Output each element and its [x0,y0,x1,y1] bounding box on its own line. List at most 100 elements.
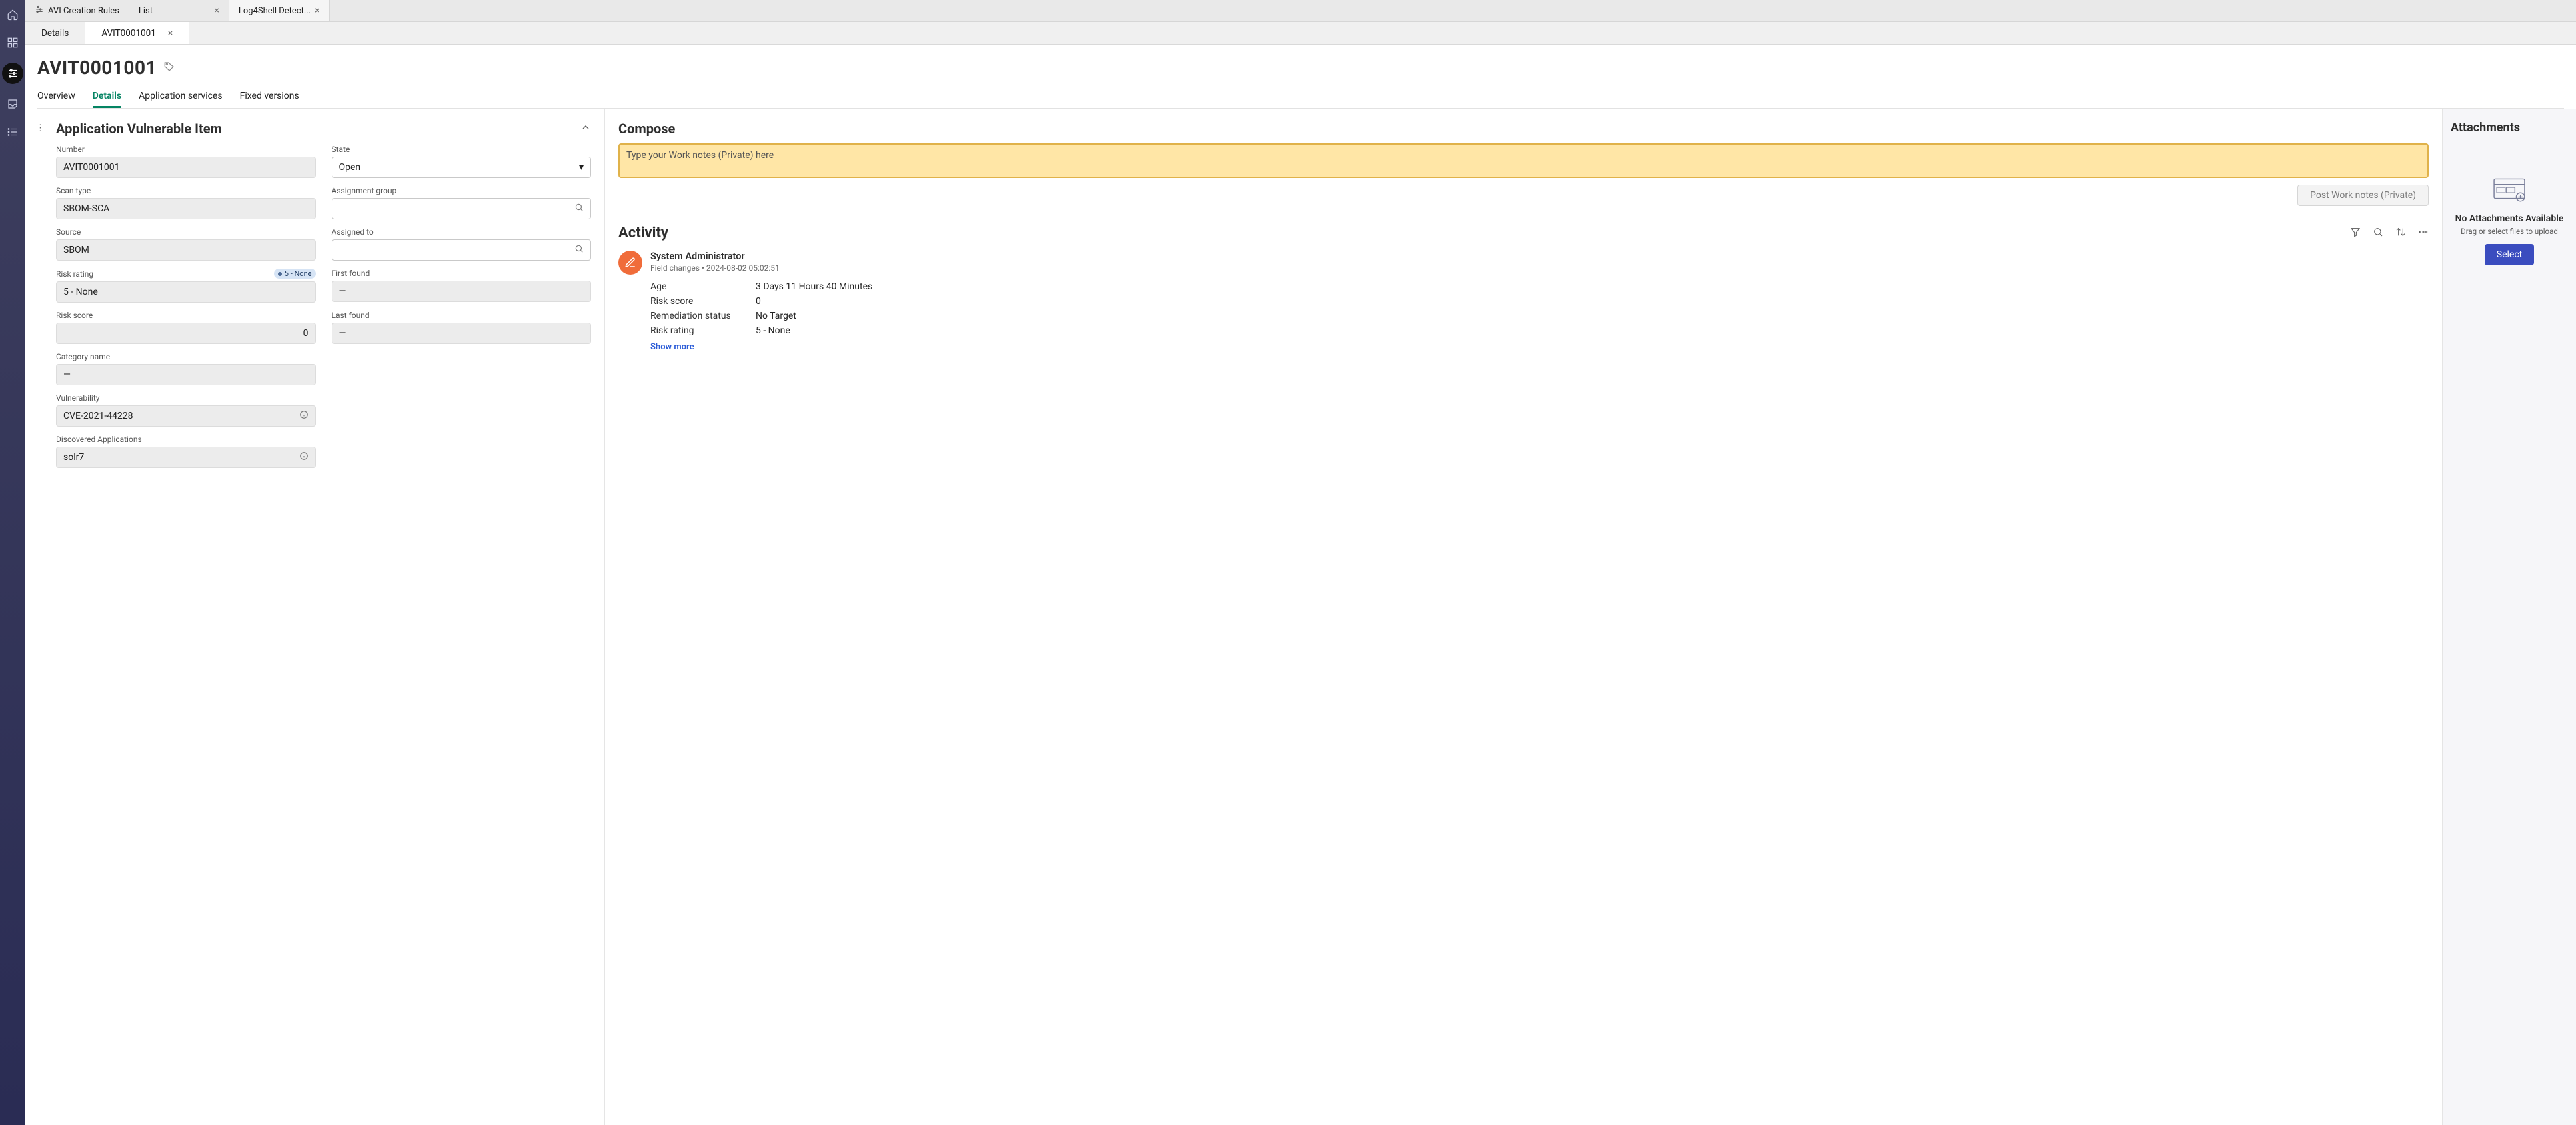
field-discovered-applications: Discovered Applications solr7 [56,435,316,468]
activity-table: Age3 Days 11 Hours 40 Minutes Risk score… [650,279,2429,338]
state-select[interactable]: Open ▾ [332,157,592,178]
activity-entry: System Administrator Field changes • 202… [618,251,2429,352]
work-notes-input[interactable]: Type your Work notes (Private) here [618,143,2429,178]
activity-row: Risk rating5 - None [650,323,2429,338]
scan-type-input[interactable]: SBOM-SCA [56,198,316,219]
record-nav-app-services[interactable]: Application services [139,88,222,108]
settings-icon [35,5,44,17]
first-found-input[interactable]: — [332,281,592,302]
field-label: Scan type [56,186,316,195]
vulnerability-input[interactable]: CVE-2021-44228 [56,405,316,427]
record-nav-details[interactable]: Details [93,88,121,108]
activity-row: Risk score0 [650,294,2429,309]
post-work-notes-button[interactable]: Post Work notes (Private) [2297,185,2429,206]
assigned-to-lookup[interactable] [332,239,592,261]
field-label: Assigned to [332,227,592,237]
state-value: Open [339,162,361,173]
activity-heading: Activity [618,225,668,241]
search-icon[interactable] [574,244,584,256]
field-label: Last found [332,311,592,320]
top-tab-strip: AVI Creation Rules List × Log4Shell Dete… [25,0,2576,22]
sort-icon[interactable] [2395,227,2406,240]
category-name-input[interactable]: — [56,364,316,385]
field-label: State [332,145,592,154]
sub-tab-record[interactable]: AVIT0001001 × [85,22,189,44]
show-more-link[interactable]: Show more [650,342,2429,352]
close-icon[interactable]: × [315,5,319,16]
activity-row: Remediation statusNo Target [650,309,2429,323]
activity-author: System Administrator [650,251,2429,262]
field-label: Source [56,227,316,237]
attachments-heading: Attachments [2451,121,2520,135]
record-title: AVIT0001001 [37,57,157,79]
field-assigned-to: Assigned to [332,227,592,261]
close-icon[interactable]: × [214,5,219,16]
field-risk-score: Risk score 0 [56,311,316,344]
sub-tab-details[interactable]: Details [25,22,85,44]
form-area: ⋮ Application Vulnerable Item Number AVI… [25,109,605,1125]
field-last-found: Last found — [332,311,592,344]
field-label: Number [56,145,316,154]
field-category-name: Category name — [56,352,316,385]
field-number: Number AVIT0001001 [56,145,316,178]
activity-tools [2350,227,2429,240]
section-title: Application Vulnerable Item [56,121,222,137]
compose-block: Compose Type your Work notes (Private) h… [618,121,2429,206]
vulnerability-value: CVE-2021-44228 [63,411,133,421]
assignment-group-lookup[interactable] [332,198,592,219]
record-nav: Overview Details Application services Fi… [37,88,2564,109]
left-nav [0,0,25,1125]
top-tab-list[interactable]: List × [129,0,229,21]
tag-icon[interactable] [163,61,175,75]
sub-tab-label: AVIT0001001 [101,28,155,39]
source-input[interactable]: SBOM [56,239,316,261]
risk-score-input[interactable]: 0 [56,323,316,344]
chevron-up-icon[interactable] [580,122,591,135]
top-tab-log4shell[interactable]: Log4Shell Detect... × [229,0,330,21]
info-icon[interactable] [299,451,309,463]
field-label: Category name [56,352,316,361]
record-body: ⋮ Application Vulnerable Item Number AVI… [25,109,2576,1125]
close-icon[interactable]: × [168,28,173,39]
drag-handle-icon[interactable]: ⋮ [36,123,45,133]
attachments-select-button[interactable]: Select [2485,244,2534,265]
field-label: Risk score [56,311,316,320]
filter-icon[interactable] [2350,227,2361,240]
record-nav-overview[interactable]: Overview [37,88,75,108]
attachments-empty-title: No Attachments Available [2455,213,2564,224]
field-label: Vulnerability [56,393,316,403]
sub-tab-strip: Details AVIT0001001 × [25,22,2576,45]
discovered-apps-value: solr7 [63,452,84,463]
sub-tab-label: Details [41,28,69,39]
last-found-input[interactable]: — [332,323,592,344]
nav-inbox-icon[interactable] [5,96,21,112]
field-assignment-group: Assignment group [332,186,592,219]
field-label: Discovered Applications [56,435,316,444]
record-nav-fixed-versions[interactable]: Fixed versions [240,88,299,108]
risk-rating-badge: 5 - None [274,269,316,279]
field-label: First found [332,269,592,278]
top-tab-label: Log4Shell Detect... [239,6,311,16]
activity-row: Age3 Days 11 Hours 40 Minutes [650,279,2429,294]
field-first-found: First found — [332,269,592,303]
top-tab-label: AVI Creation Rules [48,6,119,16]
nav-home-icon[interactable] [5,7,21,23]
more-icon[interactable] [2418,227,2429,240]
compose-heading: Compose [618,121,2429,137]
search-icon[interactable] [574,203,584,215]
search-icon[interactable] [2373,227,2383,240]
number-input[interactable]: AVIT0001001 [56,157,316,178]
attachments-empty-sub: Drag or select files to upload [2461,227,2558,236]
risk-rating-input[interactable]: 5 - None [56,281,316,303]
nav-filters-icon[interactable] [2,63,23,84]
chevron-down-icon: ▾ [579,162,584,173]
record-header: AVIT0001001 Overview Details Application… [25,45,2576,109]
attachments-empty-icon [2493,175,2526,205]
discovered-apps-input[interactable]: solr7 [56,447,316,468]
nav-apps-icon[interactable] [5,35,21,51]
field-risk-rating: Risk rating 5 - None 5 - None [56,269,316,303]
info-icon[interactable] [299,410,309,422]
activity-sub: Field changes • 2024-08-02 05:02:51 [650,263,2429,273]
top-tab-avi-rules[interactable]: AVI Creation Rules [25,0,129,21]
nav-list-icon[interactable] [5,124,21,140]
